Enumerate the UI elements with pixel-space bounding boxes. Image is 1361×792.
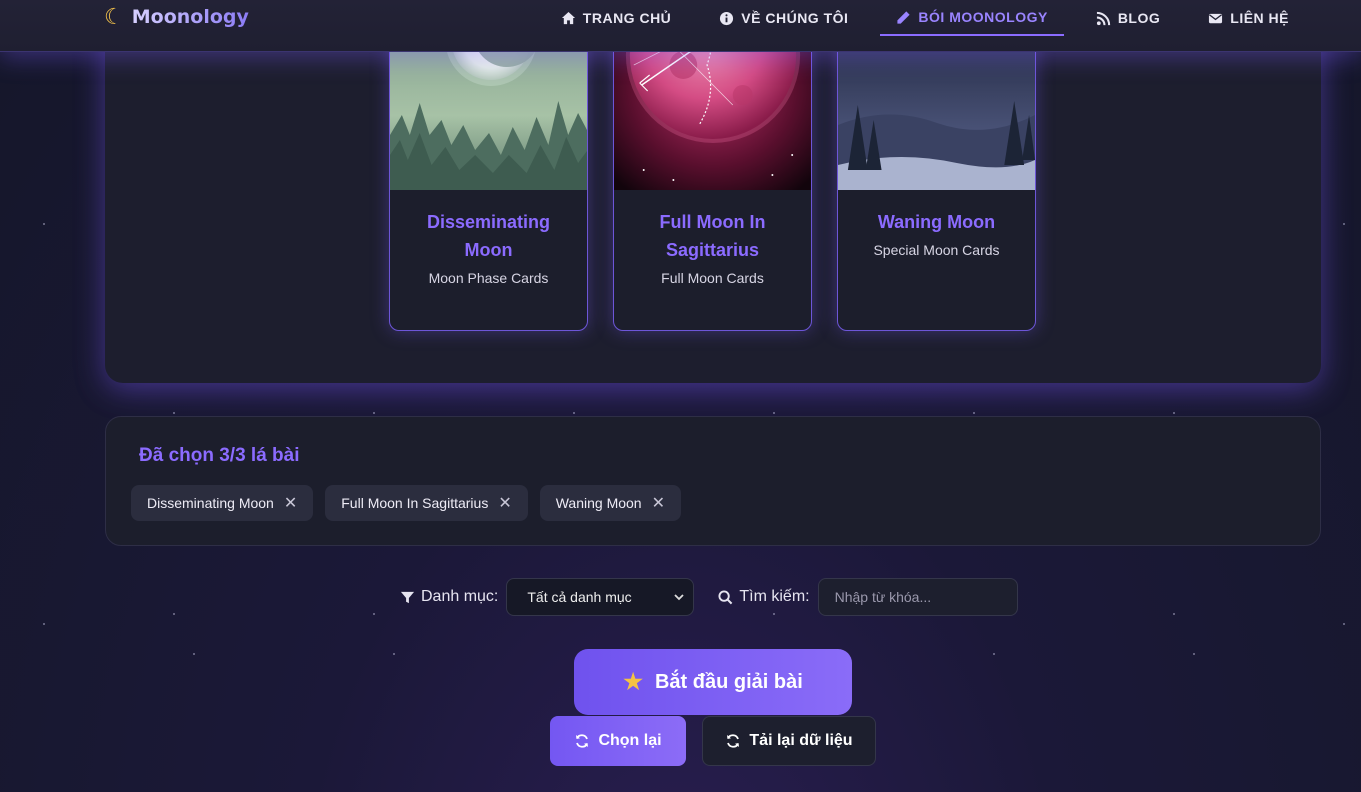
nav-label: TRANG CHỦ [582, 10, 672, 26]
rss-icon [1096, 11, 1110, 25]
chip-label: Waning Moon [555, 495, 642, 511]
category-select[interactable]: Tất cả danh mục [506, 578, 695, 616]
search-label: Tìm kiếm: [718, 588, 810, 606]
selected-cards-panel: Đã chọn 3/3 lá bài Disseminating Moon ✕ … [105, 416, 1321, 546]
logo-text: Moonology [131, 6, 249, 28]
reselect-button[interactable]: Chọn lại [550, 716, 686, 766]
card-category: Special Moon Cards [873, 242, 1000, 258]
star-icon: ★ [623, 669, 643, 694]
selected-chip: Disseminating Moon ✕ [131, 485, 314, 521]
remove-chip-icon[interactable]: ✕ [498, 493, 511, 513]
filter-bar: Danh mục: Tất cả danh mục Tìm kiếm: [400, 578, 1018, 616]
selected-chip: Full Moon In Sagittarius ✕ [325, 485, 528, 521]
info-icon [720, 11, 734, 25]
moon-card[interactable]: Disseminating Moon Moon Phase Cards [389, 4, 588, 331]
remove-chip-icon[interactable]: ✕ [652, 493, 665, 513]
selected-chips: Disseminating Moon ✕ Full Moon In Sagitt… [131, 485, 681, 521]
crescent-moon-icon: ☾ [104, 4, 124, 29]
main-nav: TRANG CHỦ VỀ CHÚNG TÔI BÓI MOONOLOGY BLO… [529, 0, 1305, 36]
start-reading-button[interactable]: ★ Bắt đầu giải bài [574, 649, 852, 715]
refresh-icon [576, 734, 589, 748]
card-grid-panel: Disseminating Moon Moon Phase Cards Full… [105, 0, 1321, 383]
card-category: Moon Phase Cards [428, 270, 549, 286]
nav-label: BLOG [1117, 10, 1161, 26]
nav-label: VỀ CHÚNG TÔI [741, 10, 849, 26]
category-select-value: Tất cả danh mục [527, 589, 632, 605]
search-icon [718, 589, 733, 604]
envelope-icon [1209, 13, 1223, 23]
search-label-text: Tìm kiếm: [739, 588, 810, 605]
nav-item-home[interactable]: TRANG CHỦ [545, 0, 688, 36]
nav-item-contact[interactable]: LIÊN HỆ [1192, 0, 1305, 36]
reload-data-label: Tải lại dữ liệu [749, 732, 853, 749]
nav-label: LIÊN HỆ [1230, 10, 1289, 26]
chip-label: Full Moon In Sagittarius [341, 495, 489, 511]
reselect-label: Chọn lại [598, 732, 662, 749]
remove-chip-icon[interactable]: ✕ [284, 493, 297, 513]
chip-label: Disseminating Moon [147, 495, 274, 511]
reload-data-button[interactable]: Tải lại dữ liệu [702, 716, 876, 766]
card-title: Disseminating Moon [426, 212, 551, 260]
logo[interactable]: ☾ Moonology [104, 5, 249, 29]
nav-item-moonology[interactable]: BÓI MOONOLOGY [880, 0, 1064, 36]
card-title: Waning Moon [877, 212, 996, 232]
moon-card[interactable]: Full Moon In Sagittarius Full Moon Cards [613, 4, 812, 331]
filter-icon [400, 591, 415, 603]
card-category: Full Moon Cards [661, 270, 764, 286]
category-label-text: Danh mục: [421, 588, 499, 605]
pencil-icon [897, 10, 911, 24]
moon-card[interactable]: Waning Moon Special Moon Cards [837, 4, 1036, 331]
category-label: Danh mục: [400, 588, 498, 606]
navbar: ☾ Moonology TRANG CHỦ VỀ CHÚNG TÔI BÓI M… [0, 0, 1361, 52]
home-icon [561, 11, 575, 24]
card-title: Full Moon In Sagittarius [659, 212, 766, 260]
search-input[interactable] [817, 578, 1018, 616]
nav-item-blog[interactable]: BLOG [1080, 0, 1176, 36]
nav-item-about[interactable]: VỀ CHÚNG TÔI [703, 0, 864, 36]
refresh-icon [727, 734, 740, 748]
nav-label: BÓI MOONOLOGY [918, 9, 1048, 25]
selected-count-title: Đã chọn 3/3 lá bài [139, 445, 300, 466]
chevron-down-icon [674, 594, 685, 601]
start-reading-label: Bắt đầu giải bài [654, 670, 803, 693]
selected-chip: Waning Moon ✕ [539, 485, 681, 521]
